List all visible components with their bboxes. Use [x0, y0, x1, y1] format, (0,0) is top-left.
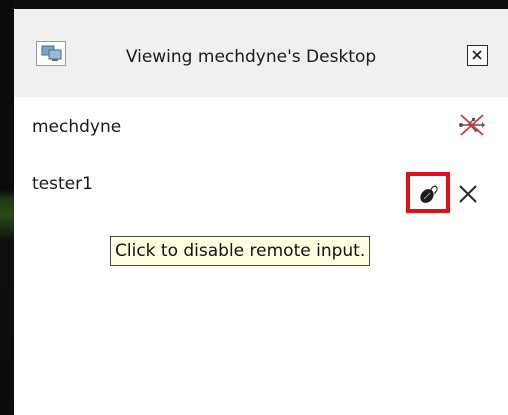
close-icon — [459, 185, 477, 203]
remove-user-button[interactable] — [456, 182, 480, 206]
panel-titlebar: Viewing mechdyne's Desktop — [14, 9, 508, 97]
tooltip: Click to disable remote input. — [110, 236, 371, 266]
remote-input-toggle-button[interactable] — [406, 172, 450, 213]
usb-disconnected-icon[interactable] — [458, 112, 486, 138]
close-button[interactable] — [467, 45, 488, 66]
screenshot-frame: Viewing mechdyne's Desktop mechdyne test… — [0, 0, 508, 415]
close-icon — [472, 50, 482, 60]
mouse-remote-input-icon — [420, 185, 438, 203]
window-title: Viewing mechdyne's Desktop — [125, 47, 377, 67]
desktop-background-left — [0, 0, 14, 415]
desktop-background-top — [0, 0, 508, 9]
desktop-sharing-icon — [36, 41, 66, 66]
user-name-tester1: tester1 — [32, 174, 93, 194]
desktop-viewer-panel: Viewing mechdyne's Desktop mechdyne test… — [14, 9, 508, 415]
user-name-mechdyne: mechdyne — [32, 117, 122, 137]
